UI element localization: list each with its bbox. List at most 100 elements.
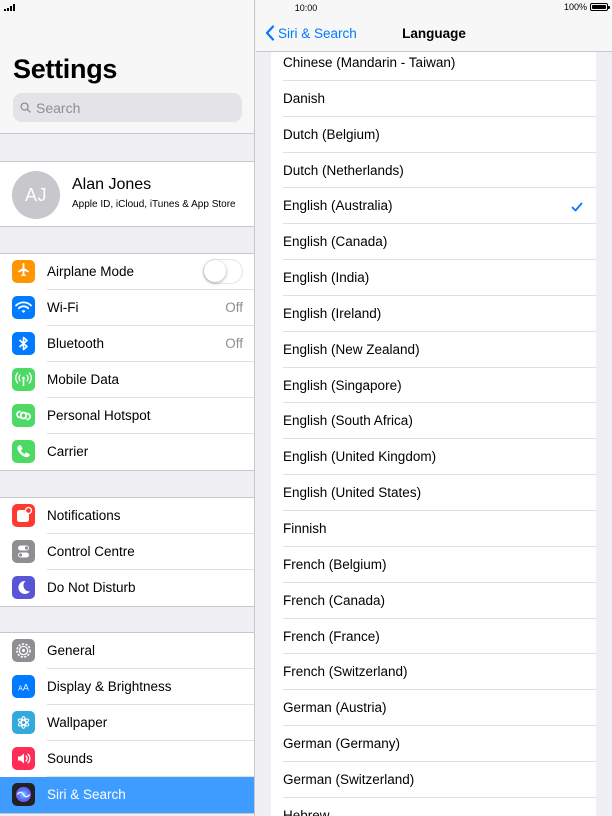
settings-sidebar: Settings Search AJ Alan Jones Apple ID, … bbox=[0, 0, 255, 816]
control-centre-icon bbox=[12, 540, 35, 563]
language-label: French (Canada) bbox=[283, 592, 386, 608]
language-label: English (United Kingdom) bbox=[283, 449, 437, 465]
sidebar-item-label: Wallpaper bbox=[47, 715, 108, 730]
speaker-icon bbox=[12, 747, 35, 770]
sidebar-item-siri-and-search[interactable]: Siri & Search bbox=[0, 777, 254, 813]
checkmark-icon bbox=[571, 199, 583, 217]
sidebar-item-general[interactable]: General bbox=[0, 633, 254, 669]
sidebar-item-label: General bbox=[47, 643, 96, 658]
sidebar-item-control-centre[interactable]: Control Centre bbox=[0, 534, 254, 570]
sidebar-item-label: Mobile Data bbox=[47, 372, 120, 387]
sidebar-item-label: Wi-Fi bbox=[47, 300, 79, 315]
language-label: Danish bbox=[283, 90, 326, 106]
sidebar-item-do-not-disturb[interactable]: Do Not Disturb bbox=[0, 570, 254, 606]
language-row[interactable]: French (Belgium) bbox=[271, 547, 596, 583]
display-icon: AA bbox=[12, 675, 35, 698]
airplane-icon bbox=[12, 260, 35, 283]
status-time: 10:00 bbox=[294, 3, 318, 13]
connectivity-group: Airplane Mode Wi-Fi Off Bluetooth Off Mobile … bbox=[0, 253, 254, 471]
language-pane: Siri & Search Language Chinese (Mandarin… bbox=[256, 0, 612, 816]
sidebar-item-wallpaper[interactable]: Wallpaper bbox=[0, 705, 254, 741]
language-label: Finnish bbox=[283, 520, 327, 536]
language-label: Dutch (Belgium) bbox=[283, 126, 380, 142]
language-row[interactable]: English (United States) bbox=[271, 475, 596, 511]
language-row[interactable]: English (India) bbox=[271, 260, 596, 296]
language-label: Hebrew bbox=[283, 807, 330, 816]
sidebar-item-label: Notifications bbox=[47, 508, 121, 523]
language-row[interactable]: German (Austria) bbox=[271, 690, 596, 727]
sidebar-item-airplane-mode[interactable]: Airplane Mode bbox=[0, 254, 254, 290]
airplane-mode-toggle[interactable] bbox=[203, 259, 243, 284]
language-label: French (Belgium) bbox=[283, 556, 387, 572]
language-row[interactable]: French (Switzerland) bbox=[271, 654, 596, 691]
language-label: English (Ireland) bbox=[283, 305, 382, 321]
language-row[interactable]: French (France) bbox=[271, 619, 596, 655]
language-label: German (Germany) bbox=[283, 736, 401, 752]
language-label: German (Switzerland) bbox=[283, 771, 415, 787]
language-row[interactable]: Dutch (Belgium) bbox=[271, 117, 596, 153]
svg-text:AA: AA bbox=[18, 683, 29, 693]
language-label: English (New Zealand) bbox=[283, 341, 420, 357]
toggle-knob bbox=[204, 260, 226, 282]
hotspot-icon bbox=[12, 404, 35, 427]
profile-name: Alan Jones bbox=[72, 176, 152, 193]
sidebar-item-wi-fi[interactable]: Wi-Fi Off bbox=[0, 290, 254, 326]
moon-icon bbox=[12, 576, 35, 599]
language-row[interactable]: French (Canada) bbox=[271, 583, 596, 619]
search-input[interactable]: Search bbox=[13, 93, 242, 122]
language-label: Dutch (Netherlands) bbox=[283, 162, 404, 178]
language-label: German (Austria) bbox=[283, 700, 387, 716]
language-label: Chinese (Mandarin - Taiwan) bbox=[283, 55, 456, 70]
gear-icon bbox=[12, 639, 35, 662]
language-row[interactable]: English (United Kingdom) bbox=[271, 439, 596, 476]
sidebar-item-personal-hotspot[interactable]: Personal Hotspot bbox=[0, 398, 254, 434]
sidebar-item-bluetooth[interactable]: Bluetooth Off bbox=[0, 326, 254, 362]
phone-icon bbox=[12, 440, 35, 463]
sidebar-header: Settings Search bbox=[0, 0, 254, 134]
language-label: English (Australia) bbox=[283, 198, 393, 214]
search-placeholder: Search bbox=[36, 99, 81, 116]
sidebar-item-label: Control Centre bbox=[47, 544, 135, 559]
antenna-icon bbox=[12, 368, 35, 391]
general-group: General AA Display & Brightness Wallpaper So… bbox=[0, 632, 254, 814]
language-row[interactable]: English (South Africa) bbox=[271, 403, 596, 440]
nav-title: Language bbox=[402, 26, 466, 41]
sidebar-item-label: Display & Brightness bbox=[47, 679, 172, 694]
language-label: English (South Africa) bbox=[283, 413, 413, 429]
notifications-group: Notifications Control Centre Do Not Distur… bbox=[0, 497, 254, 607]
avatar: AJ bbox=[12, 171, 60, 219]
page-title: Settings bbox=[13, 54, 118, 84]
sidebar-item-mobile-data[interactable]: Mobile Data bbox=[0, 362, 254, 398]
sidebar-item-label: Bluetooth bbox=[47, 336, 105, 351]
language-row[interactable]: Danish bbox=[271, 81, 596, 117]
language-label: French (France) bbox=[283, 628, 380, 644]
language-row[interactable]: German (Switzerland) bbox=[271, 762, 596, 798]
siri-icon bbox=[12, 783, 35, 806]
status-bar: 10:00 100% bbox=[0, 0, 612, 16]
language-row[interactable]: Finnish bbox=[271, 511, 596, 547]
sidebar-item-notifications[interactable]: Notifications bbox=[0, 498, 254, 534]
battery-icon bbox=[590, 3, 610, 11]
sidebar-item-label: Do Not Disturb bbox=[47, 580, 136, 595]
sidebar-item-label: Siri & Search bbox=[47, 787, 126, 802]
sidebar-item-label: Carrier bbox=[47, 444, 89, 459]
language-row[interactable]: Dutch (Netherlands) bbox=[271, 153, 596, 189]
language-label: English (United States) bbox=[283, 485, 422, 501]
sidebar-item-display-and-brightness[interactable]: AA Display & Brightness bbox=[0, 669, 254, 705]
language-row[interactable]: English (Singapore) bbox=[271, 368, 596, 404]
sidebar-item-label: Personal Hotspot bbox=[47, 408, 151, 423]
language-row[interactable]: Hebrew bbox=[271, 798, 596, 816]
language-row[interactable]: English (Ireland) bbox=[271, 296, 596, 332]
language-row[interactable]: English (Canada) bbox=[271, 224, 596, 261]
language-label: English (Canada) bbox=[283, 234, 388, 250]
sidebar-item-carrier[interactable]: Carrier bbox=[0, 434, 254, 470]
notifications-icon bbox=[12, 504, 35, 527]
language-label: English (India) bbox=[283, 270, 370, 286]
wallpaper-icon bbox=[12, 711, 35, 734]
apple-id-profile[interactable]: AJ Alan Jones Apple ID, iCloud, iTunes &… bbox=[0, 161, 254, 227]
language-row[interactable]: English (New Zealand) bbox=[271, 332, 596, 368]
language-row[interactable]: English (Australia) bbox=[271, 188, 596, 225]
language-row[interactable]: German (Germany) bbox=[271, 726, 596, 762]
bluetooth-icon bbox=[12, 332, 35, 355]
sidebar-item-sounds[interactable]: Sounds bbox=[0, 741, 254, 777]
